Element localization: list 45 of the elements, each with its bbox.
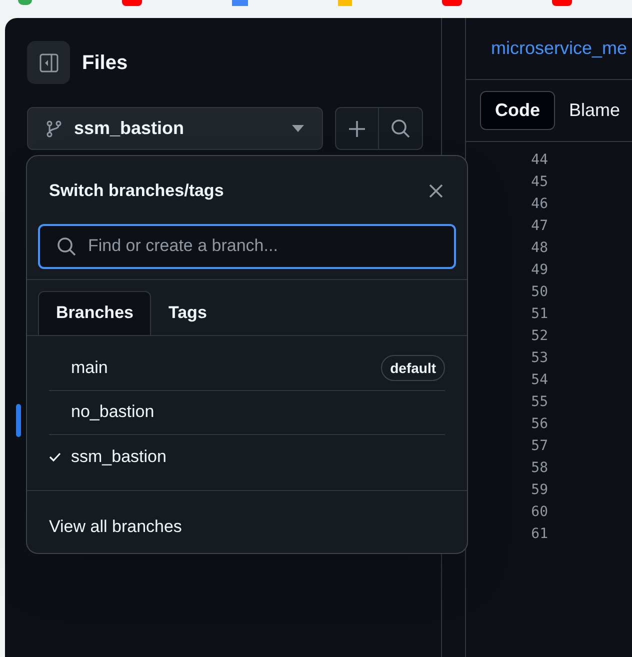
default-badge: default [381, 355, 445, 381]
scroll-indicator [16, 404, 21, 437]
plus-icon [348, 120, 366, 138]
line-number: 45 [531, 173, 548, 192]
bookmark-icon[interactable] [18, 0, 32, 5]
branch-item[interactable]: no_bastion [49, 390, 445, 434]
search-icon [391, 119, 410, 138]
caret-icon [292, 125, 304, 132]
menu-tab[interactable]: Tags [151, 290, 224, 334]
view-tab[interactable]: Blame [565, 91, 624, 130]
branch-icon [46, 120, 62, 138]
line-number: 55 [531, 393, 548, 412]
branch-search-field[interactable]: Find or create a branch... [38, 224, 456, 268]
line-number: 57 [531, 437, 548, 456]
close-icon[interactable] [429, 184, 443, 198]
line-number: 58 [531, 459, 548, 478]
line-number: 46 [531, 195, 548, 214]
sidebar-title: Files [82, 50, 128, 76]
view-tab[interactable]: Code [480, 91, 555, 130]
line-number: 50 [531, 283, 548, 302]
menu-title: Switch branches/tags [49, 180, 224, 202]
line-number: 44 [531, 151, 548, 170]
panel-collapse-icon [38, 52, 58, 72]
line-number: 48 [531, 239, 548, 258]
line-number: 49 [531, 261, 548, 280]
line-number: 61 [531, 525, 548, 544]
view-all-branches-link[interactable]: View all branches [49, 516, 182, 536]
line-number: 47 [531, 217, 548, 236]
sidebar-toggle-button[interactable] [27, 41, 70, 84]
line-number: 59 [531, 481, 548, 500]
bookmark-icon[interactable] [552, 0, 572, 6]
branch-item[interactable]: ssm_bastion [49, 434, 445, 478]
line-number: 52 [531, 327, 548, 346]
menu-tab[interactable]: Branches [38, 290, 152, 334]
branch-select-button[interactable]: ssm_bastion [27, 107, 323, 150]
bookmark-icon[interactable] [122, 0, 142, 6]
file-path-link[interactable]: microservice_me [491, 35, 628, 62]
line-number: 60 [531, 503, 548, 522]
line-number: 51 [531, 305, 548, 324]
branch-item[interactable]: main default [49, 346, 445, 390]
line-number: 53 [531, 349, 548, 368]
bookmark-icon[interactable] [442, 0, 462, 6]
line-number: 56 [531, 415, 548, 434]
search-icon [57, 236, 76, 256]
line-number: 54 [531, 371, 548, 390]
